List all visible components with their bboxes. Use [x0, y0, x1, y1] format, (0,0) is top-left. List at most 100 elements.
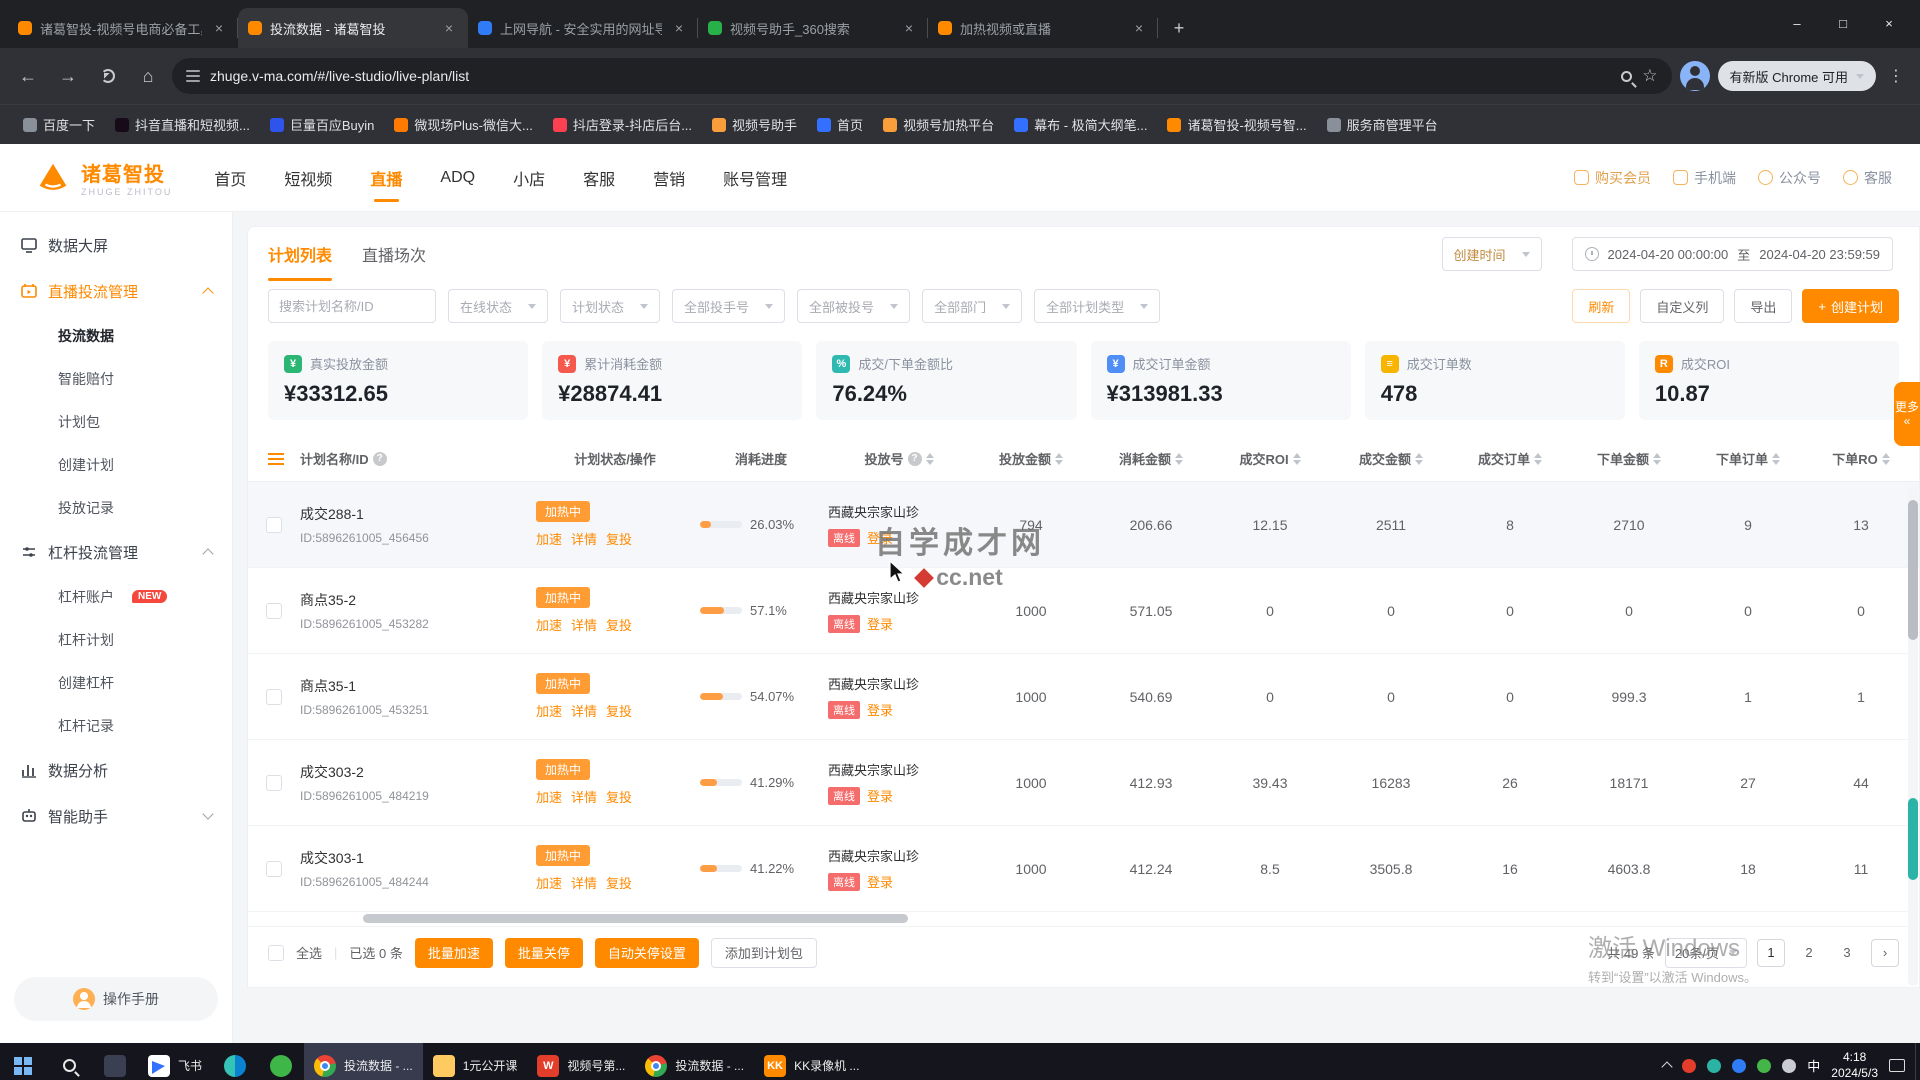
plan-status-select[interactable]: 计划状态: [560, 289, 660, 323]
select-all-label[interactable]: 全选: [296, 943, 322, 962]
login-link[interactable]: 登录: [867, 528, 893, 547]
notification-center-icon[interactable]: [1889, 1059, 1905, 1072]
row-checkbox[interactable]: [266, 775, 282, 791]
bookmark[interactable]: 抖音直播和短视频...: [106, 111, 259, 139]
add-to-package-button[interactable]: 添加到计划包: [711, 938, 817, 968]
taskbar-app-folder[interactable]: 1元公开课: [423, 1043, 528, 1080]
table-row[interactable]: 商点35-2ID:5896261005_453282 加热中加速详情复投 57.…: [248, 568, 1919, 654]
detail-link[interactable]: 详情: [571, 529, 597, 548]
bookmark-star-icon[interactable]: ☆: [1642, 66, 1657, 86]
horizontal-scrollbar[interactable]: [268, 912, 1899, 926]
sort-icon[interactable]: [1772, 453, 1780, 465]
new-tab-button[interactable]: +: [1164, 13, 1194, 43]
tab-live-sessions[interactable]: 直播场次: [362, 227, 426, 281]
tab-close-icon[interactable]: ×: [1130, 19, 1148, 37]
nav-home[interactable]: 首页: [214, 144, 246, 211]
department-select[interactable]: 全部部门: [922, 289, 1022, 323]
sort-icon[interactable]: [1175, 453, 1183, 465]
browser-menu-icon[interactable]: ⋮: [1884, 66, 1908, 86]
site-settings-icon[interactable]: [186, 70, 200, 82]
page-2[interactable]: 2: [1795, 939, 1823, 967]
plan-name[interactable]: 成交303-1: [300, 848, 536, 868]
col-cost[interactable]: 消耗金额: [1092, 449, 1210, 468]
export-button[interactable]: 导出: [1734, 289, 1792, 323]
address-bar[interactable]: zhuge.v-ma.com/#/live-studio/live-plan/l…: [172, 58, 1672, 94]
col-order-count[interactable]: 下单订单: [1690, 449, 1806, 468]
taskbar-360-button[interactable]: [258, 1043, 304, 1080]
sidebar-item-lever-records[interactable]: 杠杆记录: [0, 704, 232, 747]
row-checkbox[interactable]: [266, 517, 282, 533]
auto-stop-settings-button[interactable]: 自动关停设置: [595, 938, 699, 968]
bookmark[interactable]: 首页: [808, 111, 872, 139]
nav-marketing[interactable]: 营销: [653, 144, 685, 211]
tray-app-icon[interactable]: [1782, 1059, 1796, 1073]
re-invest-link[interactable]: 复投: [606, 529, 632, 548]
tray-app-icon[interactable]: [1707, 1059, 1721, 1073]
bookmark[interactable]: 幕布 - 极简大纲笔...: [1005, 111, 1156, 139]
time-type-select[interactable]: 创建时间: [1442, 237, 1542, 271]
batch-stop-button[interactable]: 批量关停: [505, 938, 583, 968]
bookmark[interactable]: 抖店登录-抖店后台...: [544, 111, 701, 139]
sort-icon[interactable]: [926, 453, 934, 465]
sort-icon[interactable]: [1534, 453, 1542, 465]
nav-service[interactable]: 客服: [583, 144, 615, 211]
taskbar-app-chrome-2[interactable]: 投流数据 - ...: [635, 1043, 754, 1080]
manual-button[interactable]: 操作手册: [14, 977, 218, 1021]
page-1[interactable]: 1: [1757, 939, 1785, 967]
sidebar-item-lever-account[interactable]: 杠杆账户 NEW: [0, 575, 232, 618]
sidebar-item-delivery-records[interactable]: 投放记录: [0, 486, 232, 529]
bookmark[interactable]: 诸葛智投-视频号智...: [1158, 111, 1315, 139]
col-order-amount[interactable]: 下单金额: [1568, 449, 1690, 468]
tab-close-icon[interactable]: ×: [210, 19, 228, 37]
detail-link[interactable]: 详情: [571, 701, 597, 720]
speed-up-link[interactable]: 加速: [536, 873, 562, 892]
target-account-select[interactable]: 全部被投号: [797, 289, 910, 323]
re-invest-link[interactable]: 复投: [606, 615, 632, 634]
tray-app-icon[interactable]: [1682, 1059, 1696, 1073]
chrome-update-button[interactable]: 有新版 Chrome 可用: [1718, 61, 1876, 91]
detail-link[interactable]: 详情: [571, 787, 597, 806]
bookmark[interactable]: 服务商管理平台: [1318, 111, 1447, 139]
sidebar-item-smart-compensation[interactable]: 智能赔付: [0, 357, 232, 400]
login-link[interactable]: 登录: [867, 614, 893, 633]
nav-adq[interactable]: ADQ: [440, 144, 475, 211]
sidebar-item-data-analysis[interactable]: 数据分析: [0, 747, 232, 793]
table-row[interactable]: 商点35-1ID:5896261005_453251 加热中加速详情复投 54.…: [248, 654, 1919, 740]
official-account-link[interactable]: 公众号: [1758, 168, 1821, 188]
info-icon[interactable]: ?: [908, 452, 922, 466]
sort-icon[interactable]: [1882, 453, 1890, 465]
table-row[interactable]: 成交303-2ID:5896261005_484219 加热中加速详情复投 41…: [248, 740, 1919, 826]
taskbar-clock[interactable]: 4:18 2024/5/3: [1831, 1050, 1878, 1080]
bookmark[interactable]: 视频号助手: [703, 111, 806, 139]
browser-tab[interactable]: 诸葛智投-视频号电商必备工具 ×: [8, 8, 238, 48]
sidebar-item-create-plan[interactable]: 创建计划: [0, 443, 232, 486]
scrollbar-thumb[interactable]: [363, 914, 908, 923]
tray-app-icon[interactable]: [1757, 1059, 1771, 1073]
row-checkbox[interactable]: [266, 689, 282, 705]
browser-tab[interactable]: 上网导航 - 安全实用的网址导... ×: [468, 8, 698, 48]
login-link[interactable]: 登录: [867, 872, 893, 891]
login-link[interactable]: 登录: [867, 700, 893, 719]
table-row[interactable]: 成交303-1ID:5896261005_484244 加热中加速详情复投 41…: [248, 826, 1919, 912]
plan-type-select[interactable]: 全部计划类型: [1034, 289, 1160, 323]
maximize-button[interactable]: □: [1820, 6, 1866, 40]
home-button[interactable]: ⌂: [132, 60, 164, 92]
bookmark[interactable]: 微现场Plus-微信大...: [385, 111, 541, 139]
sidebar-item-ad-data[interactable]: 投流数据: [0, 314, 232, 357]
sidebar-item-smart-assistant[interactable]: 智能助手: [0, 793, 232, 839]
tab-close-icon[interactable]: ×: [440, 19, 458, 37]
taskbar-edge-button[interactable]: [212, 1043, 258, 1080]
reload-button[interactable]: [92, 60, 124, 92]
table-row[interactable]: 成交288-1ID:5896261005_456456 加热中加速详情复投 26…: [248, 482, 1919, 568]
next-page-button[interactable]: ›: [1871, 939, 1899, 967]
page-size-select[interactable]: 20条/页: [1665, 938, 1747, 968]
app-logo[interactable]: 诸葛智投 ZHUGE ZHITOU: [34, 158, 172, 197]
column-settings-icon[interactable]: [268, 458, 284, 460]
tray-app-icon[interactable]: [1732, 1059, 1746, 1073]
plan-name[interactable]: 商点35-1: [300, 676, 536, 696]
taskbar-app-wps[interactable]: W视频号第...: [527, 1043, 635, 1080]
show-desktop-button[interactable]: [1915, 1043, 1920, 1080]
nav-live[interactable]: 直播: [370, 144, 402, 211]
taskbar-search-button[interactable]: [46, 1043, 92, 1080]
speed-up-link[interactable]: 加速: [536, 615, 562, 634]
